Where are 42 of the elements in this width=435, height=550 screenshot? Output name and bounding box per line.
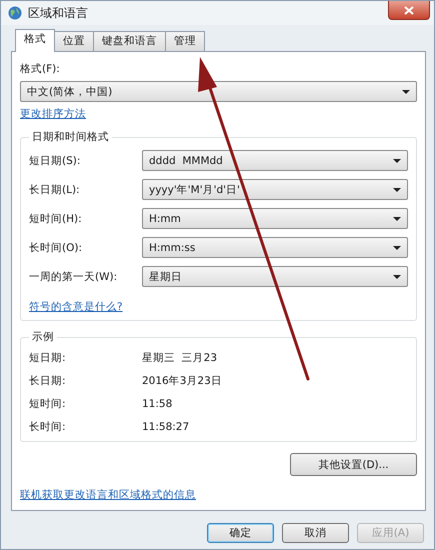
tab[interactable]: 位置 bbox=[54, 31, 94, 51]
format-dropdown[interactable]: H:mm bbox=[142, 208, 408, 229]
additional-settings-button[interactable]: 其他设置(D)... bbox=[290, 453, 417, 476]
dialog-button[interactable]: 取消 bbox=[282, 523, 349, 543]
field-label: 格式(F): bbox=[20, 62, 61, 76]
caret-icon bbox=[402, 90, 410, 94]
example-label: 长日期: bbox=[29, 374, 67, 388]
caret-icon bbox=[393, 274, 401, 278]
example-label: 长时间: bbox=[29, 420, 67, 434]
group-title: 示例 bbox=[29, 330, 57, 344]
dialog-button[interactable]: 确定 bbox=[207, 523, 274, 543]
tab[interactable]: 管理 bbox=[165, 31, 205, 51]
example-value: 11:58:27 bbox=[142, 421, 190, 433]
format-dropdown[interactable]: 中文(简体，中国) bbox=[20, 81, 417, 102]
field-label: 短时间(H): bbox=[29, 212, 83, 226]
field-label: 长时间(O): bbox=[29, 240, 83, 254]
format-dropdown[interactable]: 星期日 bbox=[142, 266, 408, 287]
tab[interactable]: 键盘和语言 bbox=[93, 31, 166, 51]
tab[interactable]: 格式 bbox=[15, 29, 55, 52]
globe-icon bbox=[7, 5, 23, 21]
caret-icon bbox=[393, 158, 401, 162]
online-info-link[interactable]: 联机获取更改语言和区域格式的信息 bbox=[20, 488, 196, 502]
caret-icon bbox=[393, 216, 401, 220]
example-label: 短时间: bbox=[29, 397, 67, 411]
caret-icon bbox=[393, 188, 401, 192]
field-label: 一周的第一天(W): bbox=[29, 270, 118, 284]
close-icon bbox=[404, 6, 414, 14]
field-label: 短日期(S): bbox=[29, 154, 82, 168]
close-button[interactable] bbox=[388, 1, 430, 20]
example-label: 短日期: bbox=[29, 351, 67, 365]
caret-icon bbox=[393, 246, 401, 250]
window-title: 区域和语言 bbox=[28, 4, 88, 22]
format-dropdown[interactable]: H:mm:ss bbox=[142, 237, 408, 258]
help-link[interactable]: 符号的含意是什么? bbox=[29, 300, 123, 314]
example-value: 星期三 三月23 bbox=[142, 351, 218, 365]
format-dropdown[interactable]: yyyy'年'M'月'd'日' bbox=[142, 179, 408, 200]
format-dropdown[interactable]: dddd MMMdd bbox=[142, 150, 408, 171]
sort-link[interactable]: 更改排序方法 bbox=[20, 107, 86, 121]
group-title: 日期和时间格式 bbox=[29, 130, 112, 144]
example-value: 11:58 bbox=[142, 398, 172, 410]
example-value: 2016年3月23日 bbox=[142, 374, 222, 388]
field-label: 长日期(L): bbox=[29, 182, 81, 196]
